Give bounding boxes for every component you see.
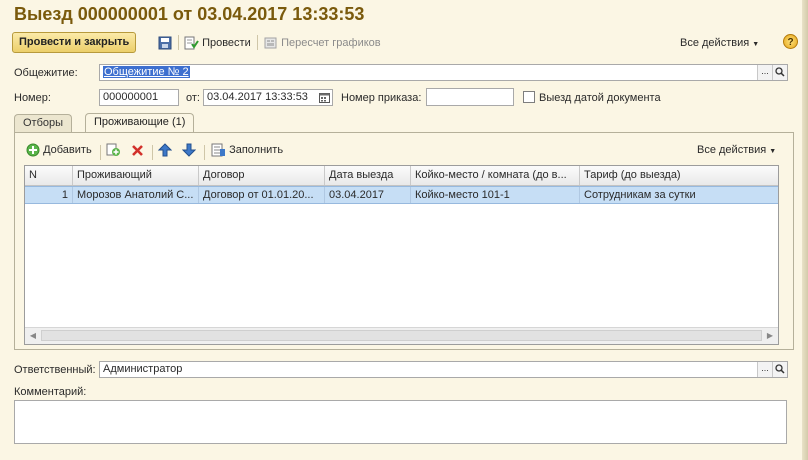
cell-checkout-date: 03.04.2017 xyxy=(325,187,411,203)
column-header-resident[interactable]: Проживающий xyxy=(73,166,199,185)
number-label: Номер: xyxy=(14,92,51,104)
column-header-tariff[interactable]: Тариф (до выезда) xyxy=(580,166,778,185)
tab-filters[interactable]: Отборы xyxy=(14,114,73,132)
arrow-down-icon xyxy=(182,143,196,157)
delete-icon xyxy=(132,144,143,156)
all-actions-label: Все действия xyxy=(680,37,750,49)
comment-field[interactable] xyxy=(14,400,787,444)
responsible-select-button[interactable]: ... xyxy=(757,362,772,377)
table-row[interactable]: 1 Морозов Анатолий С... Договор от 01.01… xyxy=(25,186,778,204)
chevron-down-icon: ▼ xyxy=(769,148,777,155)
copy-icon xyxy=(106,143,120,157)
move-down-button[interactable] xyxy=(182,142,196,158)
date-value: 03.04.2017 13:33:53 xyxy=(207,91,308,103)
responsible-value: Администратор xyxy=(103,363,183,375)
post-and-close-button[interactable]: Провести и закрыть xyxy=(12,32,137,53)
all-actions-menu[interactable]: Все действия ▼ xyxy=(680,35,759,51)
delete-row-button[interactable] xyxy=(131,142,144,158)
responsible-open-button[interactable] xyxy=(772,362,787,377)
order-number-label: Номер приказа: xyxy=(341,92,422,104)
chevron-down-icon: ▼ xyxy=(752,41,760,48)
cell-contract: Договор от 01.01.20... xyxy=(199,187,325,203)
column-header-contract[interactable]: Договор xyxy=(199,166,325,185)
post-document-icon xyxy=(184,36,199,50)
recalc-icon xyxy=(264,37,277,49)
grid-all-actions-label: Все действия xyxy=(697,144,767,156)
checkout-by-doc-checkbox[interactable] xyxy=(523,91,535,103)
grid-all-actions-menu[interactable]: Все действия ▼ xyxy=(697,142,776,158)
responsible-field[interactable]: Администратор ... xyxy=(99,361,788,378)
dorm-value: Общежитие № 2 xyxy=(103,66,190,78)
residents-table[interactable]: N Проживающий Договор Дата выезда Койко-… xyxy=(24,165,779,345)
recalc-schedules-label: Пересчет графиков xyxy=(281,37,381,49)
move-up-button[interactable] xyxy=(158,142,172,158)
fill-table-icon xyxy=(211,143,225,157)
copy-row-button[interactable] xyxy=(106,142,121,158)
calendar-button[interactable] xyxy=(317,90,332,105)
cell-bed-room: Койко-место 101-1 xyxy=(411,187,580,203)
window-edge xyxy=(802,0,808,460)
post-button[interactable]: Провести xyxy=(184,35,251,51)
number-field[interactable]: 000000001 xyxy=(99,89,179,106)
dorm-label: Общежитие: xyxy=(14,67,78,79)
cell-resident: Морозов Анатолий С... xyxy=(73,187,199,203)
main-toolbar: Провести и закрыть Провести Пересчет гра… xyxy=(12,32,798,54)
scroll-right-icon[interactable]: ▶ xyxy=(763,329,777,342)
responsible-label: Ответственный: xyxy=(14,364,96,376)
table-header: N Проживающий Договор Дата выезда Койко-… xyxy=(25,166,778,186)
checkout-by-doc-label: Выезд датой документа xyxy=(539,92,661,104)
column-header-n[interactable]: N xyxy=(25,166,73,185)
column-header-checkout-date[interactable]: Дата выезда xyxy=(325,166,411,185)
dorm-open-button[interactable] xyxy=(772,65,787,80)
date-label: от: xyxy=(186,92,200,104)
post-button-label: Провести xyxy=(202,37,251,49)
horizontal-scrollbar[interactable]: ◀ ▶ xyxy=(25,327,778,344)
scroll-track[interactable] xyxy=(41,330,762,341)
save-button[interactable] xyxy=(158,35,172,51)
order-number-field[interactable] xyxy=(426,88,514,106)
calendar-icon xyxy=(319,93,330,103)
dorm-select-button[interactable]: ... xyxy=(757,65,772,80)
tab-residents[interactable]: Проживающие (1) xyxy=(85,113,195,132)
cell-n: 1 xyxy=(25,187,73,203)
floppy-disk-icon xyxy=(158,36,172,50)
dorm-field[interactable]: Общежитие № 2 ... xyxy=(99,64,788,81)
add-row-button[interactable]: Добавить xyxy=(26,142,92,158)
comment-label: Комментарий: xyxy=(14,386,87,398)
arrow-up-icon xyxy=(158,143,172,157)
scroll-left-icon[interactable]: ◀ xyxy=(26,329,40,342)
add-row-label: Добавить xyxy=(43,144,92,156)
help-icon[interactable]: ? xyxy=(783,34,798,49)
add-icon xyxy=(26,143,40,157)
recalc-schedules-button[interactable]: Пересчет графиков xyxy=(263,35,381,51)
fill-label: Заполнить xyxy=(229,144,284,156)
search-icon xyxy=(775,67,785,77)
date-field[interactable]: 03.04.2017 13:33:53 xyxy=(203,89,333,106)
window-title: Выезд 000000001 от 03.04.2017 13:33:53 xyxy=(14,4,365,24)
cell-tariff: Сотрудникам за сутки xyxy=(584,189,696,201)
fill-button[interactable]: Заполнить xyxy=(211,142,283,158)
column-header-bed-room[interactable]: Койко-место / комната (до в... xyxy=(411,166,580,185)
search-icon xyxy=(775,364,785,374)
